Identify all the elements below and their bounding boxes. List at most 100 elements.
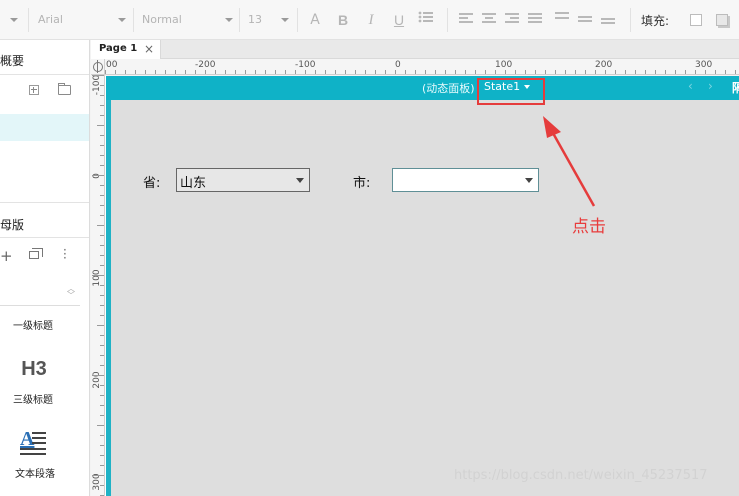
ruler-tick	[100, 485, 104, 486]
province-select[interactable]: 山东	[176, 168, 310, 192]
ruler-tick	[315, 70, 316, 74]
ruler-tick	[100, 95, 104, 96]
h3-widget-icon[interactable]: H3	[0, 358, 68, 381]
crosshair-icon[interactable]	[91, 59, 105, 75]
ruler-tick	[285, 70, 286, 74]
duplicate-icon[interactable]	[29, 248, 43, 259]
font-size-select[interactable]: 13	[248, 9, 293, 31]
ruler-tick	[465, 70, 466, 74]
ruler-tick	[265, 70, 266, 74]
outline-panel-title: 概要	[0, 54, 25, 68]
chevron-down-icon	[118, 18, 126, 22]
divider	[0, 74, 89, 75]
text-color-icon[interactable]: A	[305, 10, 325, 30]
style-dropdown[interactable]	[6, 9, 26, 31]
ruler-tick	[475, 70, 476, 74]
chevron-down-icon	[296, 178, 304, 183]
ruler-tick	[625, 70, 626, 74]
ruler-label: -200	[195, 60, 216, 70]
ruler-tick	[365, 70, 366, 74]
ruler-tick	[535, 70, 536, 74]
align-justify-icon[interactable]	[528, 13, 542, 26]
ruler-tick	[100, 385, 104, 386]
ruler-tick	[100, 115, 104, 116]
ruler-tick	[100, 205, 104, 206]
ruler-tick	[145, 70, 146, 74]
ruler-tick	[100, 415, 104, 416]
dynamic-panel-body[interactable]: 省: 山东 市:	[111, 100, 739, 496]
ruler-tick	[695, 70, 696, 74]
font-size-value: 13	[248, 13, 262, 26]
add-page-icon[interactable]	[29, 85, 39, 95]
ruler-tick	[295, 70, 296, 74]
ruler-tick	[100, 215, 104, 216]
ruler-tick	[215, 70, 216, 74]
ruler-label: 00	[106, 60, 118, 70]
vertical-ruler: -100 0 100 200 300	[91, 75, 105, 496]
tab-page-1[interactable]: Page 1 ×	[91, 40, 161, 60]
left-sidebar: 概要 母版 + · · · ︿ ﹀ 一级标题 H3 三级标题 A 文本段落	[0, 40, 90, 496]
font-style-select[interactable]: Normal	[142, 9, 233, 31]
shadow-swatch[interactable]	[716, 14, 728, 26]
ruler-tick	[155, 70, 156, 74]
ruler-tick	[665, 70, 666, 74]
underline-icon[interactable]: U	[389, 10, 409, 30]
close-icon[interactable]: ×	[144, 42, 154, 56]
ruler-tick	[100, 135, 104, 136]
ruler-tick	[705, 70, 706, 74]
ruler-tick	[115, 70, 116, 74]
align-right-icon[interactable]	[505, 13, 519, 26]
ruler-tick	[100, 315, 104, 316]
library-select[interactable]: ︿ ﹀	[0, 278, 80, 306]
align-left-icon[interactable]	[459, 13, 473, 26]
dynamic-panel-header: (动态面板) State1 ‹ › 隔	[106, 76, 739, 100]
ruler-tick	[595, 70, 596, 74]
ruler-tick	[235, 70, 236, 74]
ruler-tick	[255, 70, 256, 74]
ruler-tick	[100, 345, 104, 346]
add-folder-icon[interactable]	[58, 83, 71, 95]
ruler-tick	[100, 165, 104, 166]
italic-icon[interactable]: I	[361, 10, 381, 30]
font-style-value: Normal	[142, 13, 182, 26]
more-options-icon[interactable]: · · ·	[63, 244, 67, 264]
ruler-tick	[100, 395, 104, 396]
bullet-list-icon[interactable]	[416, 10, 436, 30]
ruler-tick	[125, 70, 126, 74]
add-library-icon[interactable]: +	[0, 247, 13, 265]
fill-color-swatch[interactable]	[690, 14, 702, 26]
ruler-label: 100	[92, 269, 102, 287]
ruler-tick	[92, 75, 104, 76]
divider	[0, 237, 89, 238]
ruler-tick	[100, 465, 104, 466]
ruler-tick	[675, 70, 676, 74]
chevron-down-icon	[281, 18, 289, 22]
ruler-tick	[335, 70, 336, 74]
chevron-down-icon	[525, 178, 533, 183]
outline-selected-row[interactable]	[0, 114, 89, 141]
toolbar-divider	[447, 8, 448, 32]
align-middle-icon[interactable]	[578, 16, 592, 29]
ruler-tick	[92, 275, 104, 276]
previous-state-icon[interactable]: ‹	[688, 79, 693, 93]
ruler-label: 100	[495, 60, 513, 70]
bold-icon[interactable]: B	[333, 10, 353, 30]
paragraph-widget-icon[interactable]: A	[20, 429, 48, 456]
ruler-tick	[97, 425, 104, 426]
ruler-tick	[100, 305, 104, 306]
ruler-tick	[97, 325, 104, 326]
ruler-tick	[515, 70, 516, 74]
design-canvas[interactable]: (动态面板) State1 ‹ › 隔 省: 山东 市: 点击 https://…	[105, 76, 739, 496]
align-bottom-icon[interactable]	[601, 18, 615, 31]
ruler-tick	[105, 70, 106, 74]
city-select[interactable]	[392, 168, 539, 192]
ruler-tick	[100, 85, 104, 86]
province-value: 山东	[180, 176, 207, 191]
fill-label: 填充:	[641, 14, 670, 28]
font-family-select[interactable]: Arial	[38, 9, 128, 31]
annotation-arrow-icon	[543, 116, 596, 207]
align-top-icon[interactable]	[555, 12, 569, 25]
ruler-tick	[135, 70, 136, 74]
align-center-icon[interactable]	[482, 13, 496, 26]
next-state-icon[interactable]: ›	[708, 79, 713, 93]
